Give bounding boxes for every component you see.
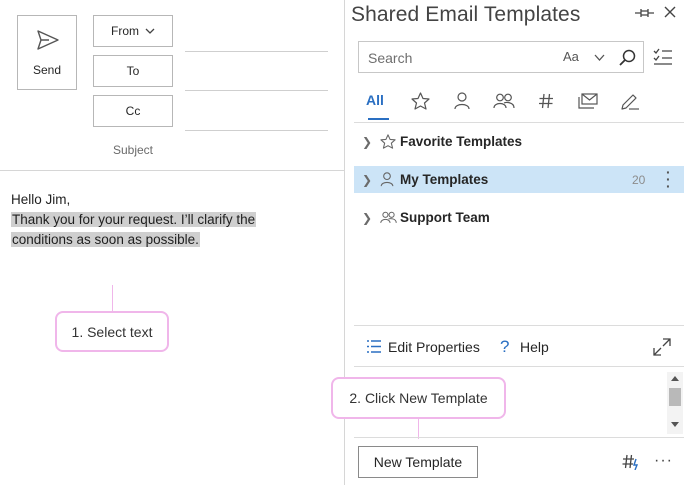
tab-email-templates[interactable] <box>574 88 604 114</box>
send-icon <box>37 30 59 50</box>
person-icon <box>454 92 470 110</box>
pin-icon[interactable] <box>634 6 656 20</box>
chevron-down-icon[interactable] <box>594 54 605 61</box>
search-input[interactable]: Search <box>368 50 412 66</box>
send-button[interactable]: Send <box>17 15 77 90</box>
to-label: To <box>126 64 140 78</box>
help-icon[interactable]: ? <box>500 337 509 357</box>
chevron-right-icon[interactable]: ❯ <box>354 211 380 225</box>
bottom-divider <box>354 437 684 438</box>
scrollbar-thumb[interactable] <box>669 388 681 406</box>
callout-new-template-label: 2. Click New Template <box>349 390 488 406</box>
person-icon <box>380 172 394 187</box>
cc-label: Cc <box>125 104 141 118</box>
folder-favorite-templates[interactable]: ❯ Favorite Templates <box>354 128 684 155</box>
more-options-icon[interactable]: ··· <box>654 452 673 470</box>
chevron-right-icon[interactable]: ❯ <box>354 135 380 149</box>
pane-title: Shared Email Templates <box>351 3 581 26</box>
cc-button[interactable]: Cc <box>93 95 173 127</box>
pen-icon <box>621 94 639 110</box>
folder-label: My Templates <box>400 172 489 187</box>
people-icon <box>493 93 515 109</box>
from-label: From <box>111 24 139 38</box>
envelope-icon <box>578 93 598 109</box>
search-icon[interactable] <box>618 48 637 67</box>
message-body[interactable]: Hello Jim, Thank you for your request. I… <box>11 190 257 250</box>
callout-select-text-label: 1. Select text <box>71 323 153 340</box>
hash-icon <box>539 93 553 109</box>
selected-text-line1: Thank you for your request. I’ll clarify… <box>11 212 257 227</box>
chevron-down-icon <box>145 28 155 34</box>
tab-favorites[interactable] <box>405 88 435 114</box>
callout-connector <box>418 419 419 439</box>
people-icon <box>380 211 397 224</box>
scroll-up-arrow-icon[interactable] <box>671 376 679 381</box>
tabs-divider <box>354 122 684 123</box>
star-icon <box>380 134 396 149</box>
folder-label: Favorite Templates <box>400 134 523 149</box>
from-button[interactable]: From <box>93 15 173 47</box>
list-divider <box>354 325 684 326</box>
callout-new-template: 2. Click New Template <box>331 377 506 419</box>
from-field-line <box>185 51 328 52</box>
more-options-icon[interactable]: ··· <box>666 165 671 193</box>
callout-connector <box>112 285 113 311</box>
scroll-down-arrow-icon[interactable] <box>671 422 679 427</box>
checklist-icon[interactable] <box>653 48 673 66</box>
compose-pane: Send From To Cc Subject Hello Jim, Thank… <box>0 0 345 485</box>
search-box[interactable]: Search Aa <box>358 41 644 73</box>
toolbar-divider <box>354 366 684 367</box>
match-case-toggle[interactable]: Aa <box>563 49 579 64</box>
tab-hashtags[interactable] <box>531 88 561 114</box>
folder-label: Support Team <box>400 210 490 225</box>
selected-text-line2: conditions as soon as possible. <box>11 232 200 247</box>
tab-all[interactable]: All <box>366 92 384 108</box>
folder-my-templates[interactable]: ❯ My Templates 20 · · · <box>354 165 684 193</box>
list-icon[interactable] <box>366 339 382 354</box>
header-divider <box>0 170 344 171</box>
tab-personal[interactable] <box>447 88 477 114</box>
edit-properties-button[interactable]: Edit Properties <box>388 339 480 355</box>
template-count: 20 <box>632 172 646 187</box>
to-field[interactable] <box>185 90 328 91</box>
chevron-right-icon[interactable]: ❯ <box>354 173 380 187</box>
hash-macro-icon[interactable] <box>622 454 640 470</box>
subject-label: Subject <box>112 143 154 157</box>
send-label: Send <box>32 63 62 77</box>
cc-field[interactable] <box>185 130 328 131</box>
to-button[interactable]: To <box>93 55 173 87</box>
close-icon[interactable] <box>663 5 677 19</box>
body-greeting: Hello Jim, <box>11 192 71 207</box>
tab-edit[interactable] <box>615 88 645 114</box>
star-icon <box>410 92 430 110</box>
callout-select-text: 1. Select text <box>55 311 169 352</box>
folder-support-team[interactable]: ❯ Support Team <box>354 204 684 231</box>
expand-icon[interactable] <box>653 338 671 356</box>
new-template-button[interactable]: New Template <box>358 446 478 478</box>
tab-all-underline <box>368 118 389 120</box>
tab-shared[interactable] <box>489 88 519 114</box>
help-button[interactable]: Help <box>520 339 549 355</box>
